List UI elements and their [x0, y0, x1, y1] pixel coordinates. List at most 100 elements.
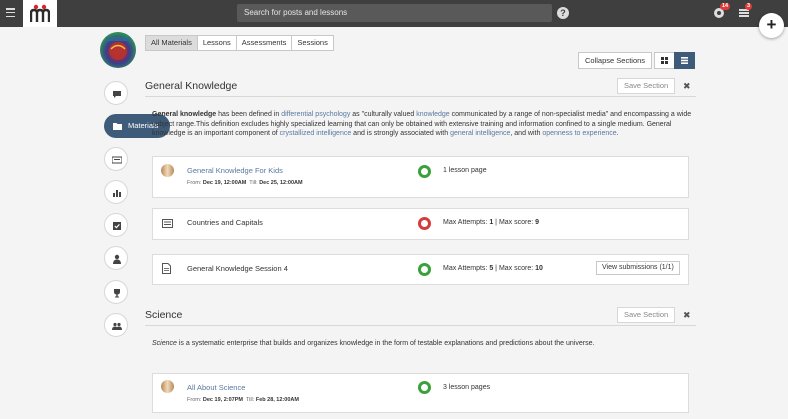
desc-text: . [616, 130, 619, 137]
till-date: Dec 25, 12:00AM [259, 180, 303, 186]
messages-icon[interactable]: 3 [738, 3, 753, 19]
separator: | [495, 265, 497, 272]
from-date: Dec 19, 2:07PM [202, 397, 243, 403]
till-label: Till: [249, 180, 258, 186]
list-item[interactable]: Countries and Capitals Max Attempts: 1 |… [152, 208, 689, 240]
from-label: From: [187, 180, 202, 186]
keyboard-icon [162, 219, 173, 228]
logo[interactable] [23, 0, 57, 27]
item-dates: From: Dec 19, 2:07PM Till: Feb 28, 12:00… [187, 397, 299, 403]
score-label: Max score: [498, 219, 534, 226]
checkbox-icon [113, 222, 121, 230]
score-label: Max score: [498, 265, 534, 272]
item-title[interactable]: General Knowledge For Kids [187, 166, 283, 175]
desc-link[interactable]: openness to experience [542, 130, 616, 137]
desc-link[interactable]: knowledge [416, 111, 449, 118]
view-toggle [654, 52, 695, 69]
desc-text: has been defined in [216, 111, 282, 118]
notifications-badge: 14 [720, 3, 731, 10]
tab-sessions[interactable]: Sessions [291, 35, 334, 51]
item-meta: Max Attempts: 1 | Max score: 9 [443, 219, 539, 226]
lesson-thumbnail [161, 164, 174, 177]
group-icon [112, 322, 122, 330]
filter-tabs: All Materials Lessons Assessments Sessio… [145, 35, 334, 51]
desc-bold: General knowledge [152, 111, 217, 118]
course-avatar[interactable] [100, 32, 136, 68]
nav-tasks[interactable] [104, 213, 128, 237]
grid-icon [661, 57, 668, 64]
status-icon [418, 217, 431, 230]
list-item[interactable]: All About Science From: Dec 19, 2:07PM T… [152, 373, 689, 413]
close-icon[interactable]: ✖ [683, 81, 691, 92]
document-icon [162, 263, 171, 274]
list-item[interactable]: General Knowledge For Kids From: Dec 19,… [152, 156, 689, 198]
attempts-label: Max Attempts: [443, 219, 488, 226]
section-description: General knowledge has been defined in di… [152, 110, 692, 139]
item-title[interactable]: General Knowledge Session 4 [187, 264, 288, 273]
nav-groups[interactable] [104, 313, 128, 337]
desc-link[interactable]: differential psychology [281, 111, 350, 118]
status-icon [418, 165, 431, 178]
add-button[interactable]: + [759, 13, 784, 38]
section-divider [145, 325, 696, 326]
nav-profile[interactable] [104, 246, 128, 270]
menu-icon[interactable] [6, 8, 15, 18]
close-icon[interactable]: ✖ [683, 310, 691, 321]
lesson-thumbnail [161, 380, 174, 393]
list-view-button[interactable] [674, 52, 695, 69]
attempts-label: Max Attempts: [443, 265, 488, 272]
tab-all-materials[interactable]: All Materials [145, 35, 198, 51]
desc-text: as "culturally valued [350, 111, 417, 118]
from-label: From: [187, 397, 202, 403]
section-title[interactable]: General Knowledge [145, 80, 237, 92]
search-input[interactable]: Search for posts and lessons [237, 4, 552, 22]
view-submissions-button[interactable]: View submissions (1/1) [596, 261, 680, 275]
save-section-button[interactable]: Save Section [617, 78, 676, 94]
list-item[interactable]: General Knowledge Session 4 Max Attempts… [152, 254, 689, 285]
user-icon [113, 254, 121, 264]
status-icon [418, 263, 431, 276]
score-value: 9 [535, 219, 540, 226]
item-title[interactable]: Countries and Capitals [187, 218, 263, 227]
score-value: 10 [535, 265, 543, 272]
tab-assessments[interactable]: Assessments [235, 35, 293, 51]
trophy-icon [114, 289, 120, 298]
separator: | [495, 219, 497, 226]
item-meta: 1 lesson page [443, 167, 487, 174]
status-icon [418, 381, 431, 394]
item-title[interactable]: All About Science [187, 383, 245, 392]
nav-analytics[interactable] [104, 180, 128, 204]
section-title[interactable]: Science [145, 309, 182, 321]
help-icon[interactable]: ? [557, 7, 569, 19]
desc-link[interactable]: crystallized intelligence [280, 130, 352, 137]
nav-chat[interactable] [104, 81, 128, 105]
item-meta: Max Attempts: 5 | Max score: 10 [443, 265, 543, 272]
list-icon [681, 57, 688, 64]
till-date: Feb 28, 12:00AM [255, 397, 299, 403]
notifications-icon[interactable]: 14 [713, 3, 731, 19]
nav-achievements[interactable] [104, 280, 128, 304]
desc-italic: Science [152, 340, 177, 347]
till-label: Till: [245, 397, 255, 403]
messages-badge: 3 [745, 3, 753, 10]
folder-icon [113, 123, 122, 130]
attempts-value: 1 [489, 219, 494, 226]
desc-text: , and with [510, 130, 543, 137]
desc-text: and is strongly associated with [351, 130, 451, 137]
attempts-value: 5 [489, 265, 494, 272]
section-divider [145, 96, 696, 97]
from-date: Dec 19, 12:00AM [202, 180, 247, 186]
section-description: Science is a systematic enterprise that … [152, 339, 692, 349]
tab-lessons[interactable]: Lessons [196, 35, 237, 51]
desc-text: is a systematic enterprise that builds a… [176, 340, 595, 347]
keyboard-icon [112, 156, 122, 164]
bar-chart-icon [113, 190, 121, 197]
save-section-button[interactable]: Save Section [617, 307, 676, 323]
item-dates: From: Dec 19, 12:00AM Till: Dec 25, 12:0… [187, 180, 303, 186]
nav-keyboard[interactable] [104, 147, 128, 171]
top-bar: Search for posts and lessons ? 14 3 [0, 0, 788, 27]
desc-link[interactable]: general intelligence [450, 130, 510, 137]
grid-view-button[interactable] [654, 52, 675, 69]
collapse-sections-button[interactable]: Collapse Sections [578, 52, 653, 69]
item-meta: 3 lesson pages [443, 384, 491, 391]
